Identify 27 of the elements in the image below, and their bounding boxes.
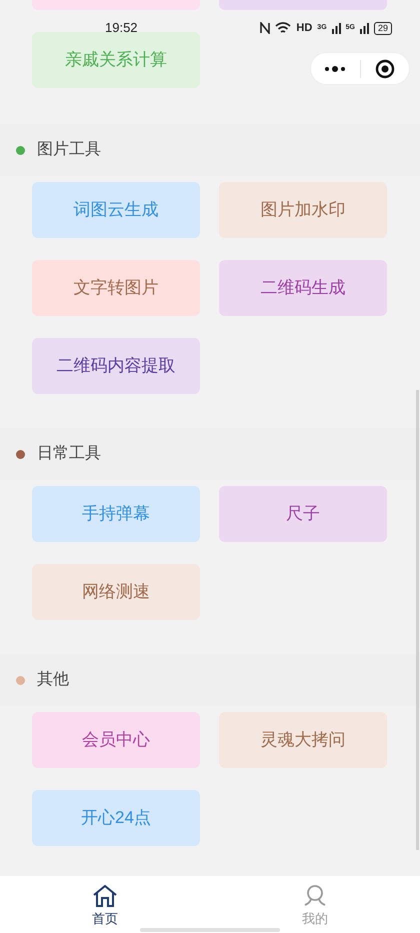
home-icon [92,884,118,908]
tool-card[interactable]: 二维码生成 [219,260,387,316]
tab-bar-item[interactable]: 首页 [0,876,210,933]
nfc-icon [260,22,270,34]
tool-card[interactable]: 文字转图片 [32,260,200,316]
tool-card[interactable]: 词图云生成 [32,182,200,238]
tool-card[interactable]: 会员中心 [32,712,200,768]
section-title: 其他 [37,670,69,690]
tool-card[interactable]: 手持弹幕 [32,486,200,542]
section-title: 日常工具 [37,444,101,464]
tool-card[interactable]: 灵魂大拷问 [219,712,387,768]
signal-icon [360,22,369,34]
tool-card[interactable]: 图片加水印 [219,182,387,238]
signal-icon [332,22,341,34]
target-icon [374,58,395,78]
section-title: 图片工具 [37,140,101,160]
tool-card[interactable]: 网络测速 [32,564,200,620]
network-label: HD [296,20,312,36]
tool-card[interactable]: 尺子 [219,486,387,542]
user-icon [303,884,327,908]
tab-bar-item[interactable]: 我的 [210,876,420,933]
more-icon [324,66,346,72]
tool-card[interactable]: 亲戚关系计算 [32,32,200,88]
wifi-icon [275,22,292,34]
tool-card[interactable]: 二维码内容提取 [32,338,200,394]
battery-level: 29 [374,22,392,34]
tool-card[interactable]: 开心24点 [32,790,200,846]
